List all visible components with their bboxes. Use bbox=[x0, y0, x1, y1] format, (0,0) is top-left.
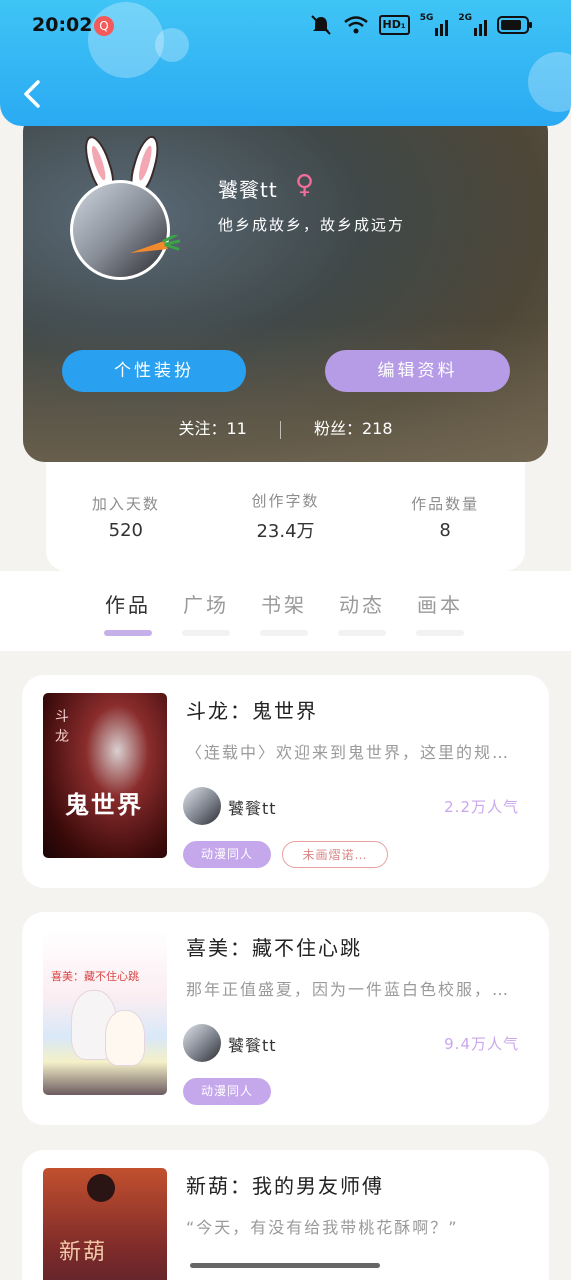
work-card[interactable]: 斗龙 鬼世界 斗龙：鬼世界 〈连载中〉欢迎来到鬼世界，这里的规… 饕餮tt 2.… bbox=[22, 675, 549, 888]
tab-bar: 作品 广场 书架 动态 画本 bbox=[0, 571, 571, 651]
2g-signal-icon: 2G bbox=[458, 14, 487, 36]
work-description: “今天，有没有给我带桃花酥啊？” bbox=[186, 1218, 459, 1237]
tab-label: 画本 bbox=[417, 593, 463, 617]
stat-value: 23.4万 bbox=[256, 521, 315, 542]
top-header: 20:02 Q HD₁ 5G 2G bbox=[0, 0, 571, 126]
back-button[interactable] bbox=[20, 78, 46, 110]
status-time: 20:02 bbox=[32, 14, 93, 36]
following-count[interactable]: 关注：11 bbox=[178, 419, 246, 438]
cover-text: 鬼世界 bbox=[65, 791, 143, 819]
work-title[interactable]: 喜美：藏不住心跳 bbox=[186, 932, 362, 961]
work-description: 那年正值盛夏，因为一件蓝白色校服，… bbox=[186, 980, 511, 999]
notification-badge: Q bbox=[94, 16, 114, 36]
avatar-with-bunny-frame[interactable] bbox=[68, 133, 188, 285]
genre-tag[interactable]: 动漫同人 bbox=[183, 841, 271, 868]
tab-bookshelf[interactable]: 书架 bbox=[259, 589, 309, 636]
work-description: 〈连载中〉欢迎来到鬼世界，这里的规… bbox=[186, 743, 511, 762]
profile-banner: 饕餮tt ♀ 他乡成故乡，故乡成远方 个性装扮 编辑资料 关注：11 粉丝：21… bbox=[23, 110, 548, 462]
sig5g-label: 5G bbox=[419, 13, 434, 23]
decor-bubble bbox=[528, 52, 571, 112]
stat-works-count: 作品数量 8 bbox=[380, 493, 510, 541]
tab-indicator bbox=[338, 630, 386, 636]
carrot-icon bbox=[130, 235, 180, 253]
author-avatar[interactable] bbox=[183, 787, 221, 825]
mute-icon bbox=[310, 15, 331, 35]
status-icons: HD₁ 5G 2G bbox=[309, 14, 533, 36]
genre-tag[interactable]: 动漫同人 bbox=[183, 1078, 271, 1105]
tab-square[interactable]: 广场 bbox=[181, 589, 231, 636]
tab-works[interactable]: 作品 bbox=[103, 589, 153, 636]
gender-female-icon: ♀ bbox=[295, 170, 315, 200]
decor-bubble bbox=[155, 28, 189, 62]
avatar[interactable] bbox=[70, 180, 170, 280]
work-title[interactable]: 新葫：我的男友师傅 bbox=[186, 1170, 384, 1199]
tab-label: 广场 bbox=[183, 593, 229, 617]
character-figure bbox=[87, 1174, 115, 1202]
stat-value: 520 bbox=[108, 519, 143, 541]
tab-label: 书架 bbox=[261, 593, 307, 617]
tab-label: 作品 bbox=[105, 593, 151, 617]
stat-value: 8 bbox=[439, 519, 451, 541]
genre-tag[interactable]: 未画熠诺… bbox=[282, 841, 388, 868]
stat-join-days: 加入天数 520 bbox=[61, 493, 191, 541]
work-title[interactable]: 斗龙：鬼世界 bbox=[186, 695, 318, 724]
stat-label: 创作字数 bbox=[251, 492, 320, 510]
book-cover[interactable]: 新葫 bbox=[43, 1168, 167, 1280]
battery-icon bbox=[497, 16, 532, 34]
book-cover[interactable]: 喜美：藏不住心跳 bbox=[43, 930, 167, 1095]
followers-count[interactable]: 粉丝：218 bbox=[314, 419, 393, 438]
tab-picture-book[interactable]: 画本 bbox=[415, 589, 465, 636]
popularity-count: 2.2万人气 bbox=[444, 798, 519, 816]
author-name[interactable]: 饕餮tt bbox=[228, 1032, 277, 1056]
divider bbox=[279, 420, 281, 439]
author-name[interactable]: 饕餮tt bbox=[228, 795, 277, 819]
dress-up-button[interactable]: 个性装扮 bbox=[62, 350, 246, 392]
work-card[interactable]: 新葫 新葫：我的男友师傅 “今天，有没有给我带桃花酥啊？” bbox=[22, 1150, 549, 1280]
home-indicator[interactable] bbox=[190, 1263, 380, 1268]
edit-profile-button[interactable]: 编辑资料 bbox=[325, 350, 510, 392]
stats-panel: 加入天数 520 创作字数 23.4万 作品数量 8 bbox=[46, 462, 525, 571]
motto: 他乡成故乡，故乡成远方 bbox=[218, 216, 406, 234]
stat-label: 加入天数 bbox=[91, 494, 160, 513]
character-figure bbox=[105, 1010, 145, 1066]
cover-text: 喜美：藏不住心跳 bbox=[51, 970, 139, 983]
work-card[interactable]: 喜美：藏不住心跳 喜美：藏不住心跳 那年正值盛夏，因为一件蓝白色校服，… 饕餮t… bbox=[22, 912, 549, 1125]
author-avatar[interactable] bbox=[183, 1024, 221, 1062]
tab-indicator bbox=[260, 630, 308, 636]
book-cover[interactable]: 斗龙 鬼世界 bbox=[43, 693, 167, 858]
wifi-icon bbox=[343, 16, 368, 34]
tab-indicator bbox=[182, 630, 230, 636]
tab-indicator bbox=[104, 630, 152, 636]
stat-label: 作品数量 bbox=[411, 494, 480, 513]
tab-activity[interactable]: 动态 bbox=[337, 589, 387, 636]
cover-text: 斗龙 bbox=[55, 709, 69, 745]
sig2g-label: 2G bbox=[458, 13, 472, 23]
cover-text: 新葫 bbox=[59, 1240, 108, 1265]
decor-bubble bbox=[88, 2, 164, 78]
5g-signal-icon: 5G bbox=[420, 14, 449, 36]
tab-label: 动态 bbox=[339, 593, 385, 617]
follow-stats: 关注：11 粉丝：218 bbox=[23, 415, 548, 439]
stat-word-count: 创作字数 23.4万 bbox=[220, 490, 350, 543]
popularity-count: 9.4万人气 bbox=[444, 1035, 519, 1053]
tab-indicator bbox=[416, 630, 464, 636]
nickname: 饕餮tt bbox=[218, 178, 278, 202]
hd-icon: HD₁ bbox=[378, 15, 410, 35]
